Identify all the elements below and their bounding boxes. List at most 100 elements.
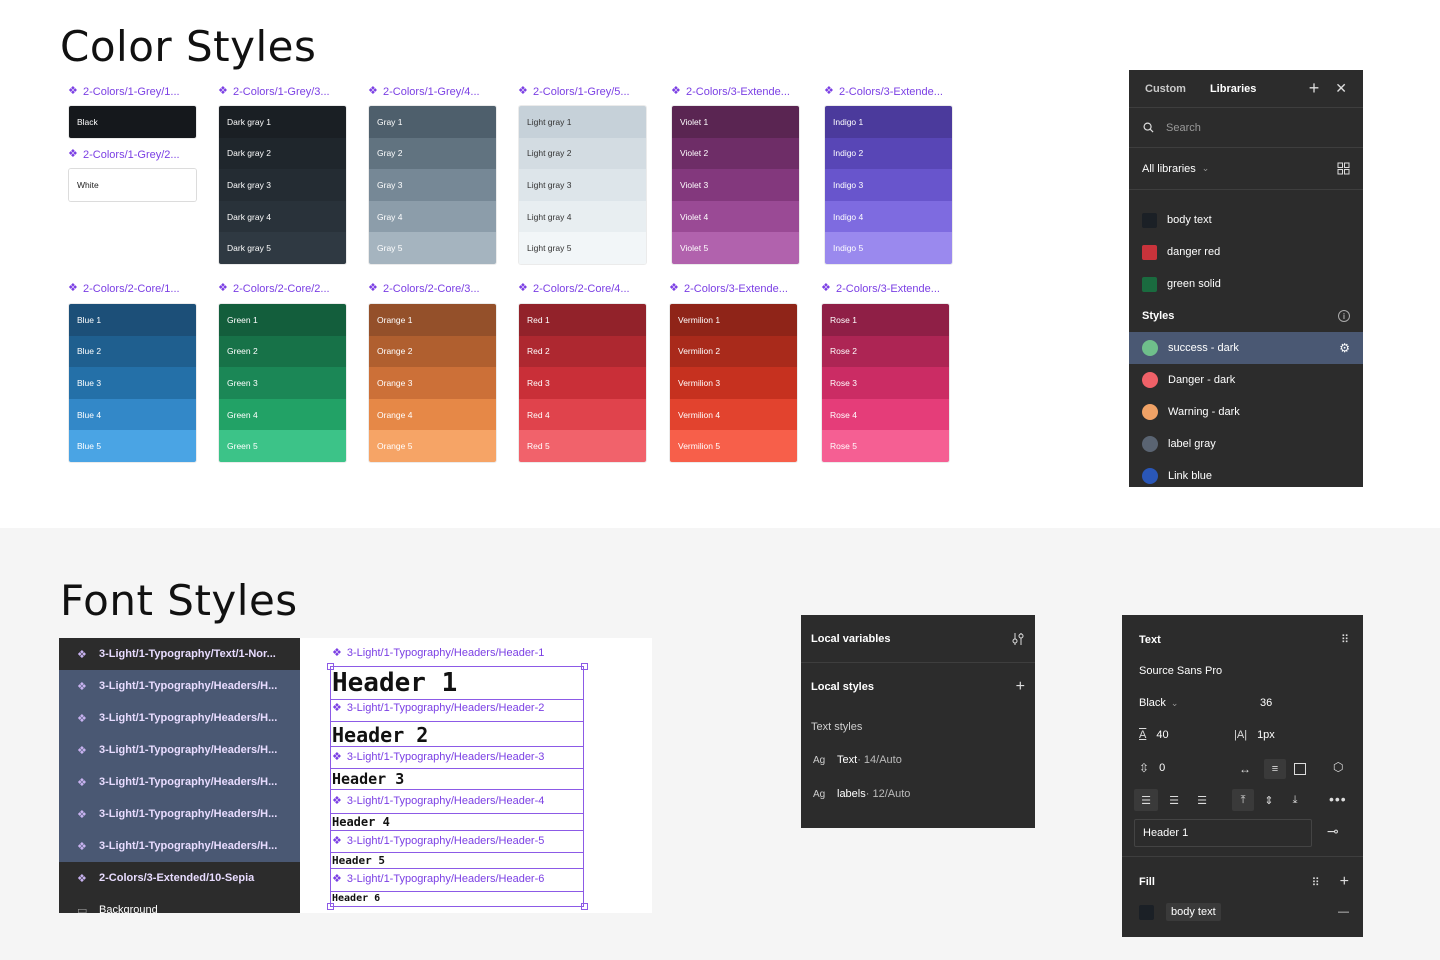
- close-icon[interactable]: ✕: [1335, 78, 1347, 99]
- color-swatch-card[interactable]: Violet 1 Violet 2 Violet 3 Violet 4 Violet 5: [672, 106, 799, 264]
- color-swatch[interactable]: Vermilion 3: [670, 367, 797, 399]
- color-swatch[interactable]: Indigo 4: [825, 200, 952, 233]
- color-swatch[interactable]: Gray 2: [369, 137, 496, 170]
- letter-spacing-field[interactable]: |A| 1px: [1234, 729, 1275, 741]
- color-swatch[interactable]: Orange 3: [369, 367, 496, 399]
- align-right-icon[interactable]: ☰: [1190, 794, 1214, 807]
- color-swatch[interactable]: Light gray 1: [519, 106, 646, 138]
- more-options-icon[interactable]: •••: [1329, 791, 1347, 807]
- color-swatch[interactable]: Rose 1: [822, 304, 949, 336]
- color-swatch-card[interactable]: Rose 1 Rose 2 Rose 3 Rose 4 Rose 5: [822, 304, 949, 462]
- search-field[interactable]: Search: [1129, 108, 1363, 148]
- color-swatch[interactable]: Dark gray 3: [219, 169, 346, 201]
- color-swatch-card[interactable]: Dark gray 1 Dark gray 2 Dark gray 3 Dark gr…: [219, 106, 346, 264]
- line-height-field[interactable]: A 40: [1139, 729, 1169, 741]
- color-swatch[interactable]: Gray 4: [369, 200, 496, 233]
- edit-style-icon[interactable]: ⚙: [1339, 341, 1350, 355]
- align-center-icon[interactable]: ☰: [1162, 794, 1186, 807]
- library-variable-item[interactable]: body text: [1129, 204, 1363, 236]
- color-swatch[interactable]: Violet 5: [672, 232, 799, 264]
- color-group-label[interactable]: 2-Colors/3-Extende...: [821, 281, 940, 295]
- layer-row[interactable]: ❖ 3-Light/1-Typography/Headers/H...: [59, 766, 300, 798]
- fill-row[interactable]: body text —: [1139, 903, 1349, 921]
- auto-width-icon[interactable]: ↔: [1234, 762, 1256, 776]
- color-swatch[interactable]: Red 5: [519, 430, 646, 462]
- local-variables-header[interactable]: Local variables: [801, 615, 1035, 663]
- color-swatch[interactable]: Gray 5: [369, 232, 496, 264]
- color-swatch-card[interactable]: Green 1 Green 2 Green 3 Green 4 Green 5: [219, 304, 346, 462]
- library-style-item[interactable]: Link blue: [1129, 460, 1363, 492]
- color-swatch[interactable]: Rose 5: [822, 430, 949, 462]
- add-style-icon[interactable]: +: [1016, 678, 1025, 696]
- library-variable-item[interactable]: danger red: [1129, 236, 1363, 268]
- color-group-label[interactable]: 2-Colors/1-Grey/4...: [368, 84, 480, 98]
- remove-fill-icon[interactable]: —: [1338, 906, 1349, 918]
- style-grid-icon[interactable]: ⠿: [1341, 633, 1349, 646]
- color-swatch-card[interactable]: Indigo 1 Indigo 2 Indigo 3 Indigo 4 Indigo 5: [825, 106, 952, 264]
- grid-view-icon[interactable]: [1337, 162, 1350, 175]
- align-middle-icon[interactable]: ⇕: [1258, 794, 1280, 807]
- color-swatch-card[interactable]: Vermilion 1 Vermilion 2 Vermilion 3 Vermili…: [670, 304, 797, 462]
- color-group-label[interactable]: 2-Colors/1-Grey/1...: [68, 84, 180, 98]
- color-swatch[interactable]: Rose 2: [822, 335, 949, 368]
- color-swatch[interactable]: Vermilion 2: [670, 335, 797, 368]
- truncate-icon[interactable]: ⬡: [1333, 760, 1343, 774]
- color-group-label[interactable]: 2-Colors/3-Extende...: [671, 84, 790, 98]
- color-swatch[interactable]: Indigo 2: [825, 137, 952, 170]
- color-group-label[interactable]: 2-Colors/2-Core/4...: [518, 281, 630, 295]
- color-swatch[interactable]: Orange 5: [369, 430, 496, 462]
- layer-row[interactable]: ❖ 3-Light/1-Typography/Headers/H...: [59, 670, 300, 702]
- color-group-label[interactable]: 2-Colors/2-Core/1...: [68, 281, 180, 295]
- color-swatch[interactable]: Orange 2: [369, 335, 496, 368]
- library-variable-item[interactable]: green solid: [1129, 268, 1363, 300]
- align-top-icon[interactable]: ⤒: [1232, 789, 1254, 811]
- color-group-label[interactable]: 2-Colors/2-Core/2...: [218, 281, 330, 295]
- color-swatch[interactable]: Light gray 4: [519, 200, 646, 233]
- text-style-selector[interactable]: Header 1: [1134, 819, 1312, 847]
- align-left-icon[interactable]: ☰: [1134, 789, 1158, 811]
- layer-row[interactable]: ❖ 3-Light/1-Typography/Text/1-Nor...: [59, 638, 300, 670]
- text-style-item[interactable]: Ag labels · 12/Auto: [801, 777, 1035, 811]
- paragraph-spacing-field[interactable]: ⇳ 0: [1139, 761, 1165, 775]
- color-swatch-card[interactable]: Black: [69, 106, 196, 138]
- search-input[interactable]: Search: [1166, 122, 1201, 134]
- color-swatch[interactable]: Light gray 2: [519, 137, 646, 170]
- color-swatch[interactable]: Blue 5: [69, 430, 196, 462]
- color-swatch[interactable]: Blue 2: [69, 335, 196, 368]
- color-swatch[interactable]: Blue 4: [69, 398, 196, 431]
- color-swatch[interactable]: Rose 4: [822, 398, 949, 431]
- color-swatch[interactable]: Green 4: [219, 398, 346, 431]
- header-component-label[interactable]: ❖ 3-Light/1-Typography/Headers/Header-5: [332, 834, 544, 848]
- color-swatch[interactable]: Orange 4: [369, 398, 496, 431]
- color-swatch[interactable]: Green 1: [219, 304, 346, 336]
- color-swatch[interactable]: Dark gray 1: [219, 106, 346, 138]
- color-swatch[interactable]: White: [69, 169, 196, 201]
- color-swatch[interactable]: Light gray 5: [519, 232, 646, 264]
- color-swatch[interactable]: Green 2: [219, 335, 346, 368]
- color-swatch-card[interactable]: Blue 1 Blue 2 Blue 3 Blue 4 Blue 5: [69, 304, 196, 462]
- font-weight-dropdown[interactable]: Black ⌄: [1139, 697, 1178, 709]
- layer-row[interactable]: ▭ Background: [59, 894, 300, 913]
- add-fill-icon[interactable]: +: [1340, 873, 1349, 891]
- library-style-item[interactable]: label gray: [1129, 428, 1363, 460]
- color-group-label[interactable]: 2-Colors/1-Grey/3...: [218, 84, 330, 98]
- font-family-dropdown[interactable]: Source Sans Pro: [1139, 665, 1222, 677]
- layer-row[interactable]: ❖ 3-Light/1-Typography/Headers/H...: [59, 830, 300, 862]
- color-swatch[interactable]: Dark gray 2: [219, 137, 346, 170]
- color-swatch[interactable]: Light gray 3: [519, 169, 646, 201]
- color-swatch[interactable]: Dark gray 4: [219, 200, 346, 233]
- font-size-field[interactable]: 36: [1260, 697, 1272, 709]
- add-icon[interactable]: +: [1309, 78, 1320, 99]
- color-swatch-card[interactable]: Orange 1 Orange 2 Orange 3 Orange 4 Orange 5: [369, 304, 496, 462]
- color-swatch[interactable]: Indigo 1: [825, 106, 952, 138]
- color-swatch[interactable]: Violet 3: [672, 169, 799, 201]
- color-swatch[interactable]: Indigo 3: [825, 169, 952, 201]
- color-swatch[interactable]: Vermilion 5: [670, 430, 797, 462]
- color-swatch[interactable]: Dark gray 5: [219, 232, 346, 264]
- color-swatch[interactable]: Red 2: [519, 335, 646, 368]
- header-component-label[interactable]: ❖ 3-Light/1-Typography/Headers/Header-2: [332, 701, 544, 715]
- header-component-label[interactable]: ❖ 3-Light/1-Typography/Headers/Header-6: [332, 872, 544, 886]
- color-swatch-card[interactable]: Red 1 Red 2 Red 3 Red 4 Red 5: [519, 304, 646, 462]
- color-swatch[interactable]: Vermilion 1: [670, 304, 797, 336]
- color-swatch[interactable]: Orange 1: [369, 304, 496, 336]
